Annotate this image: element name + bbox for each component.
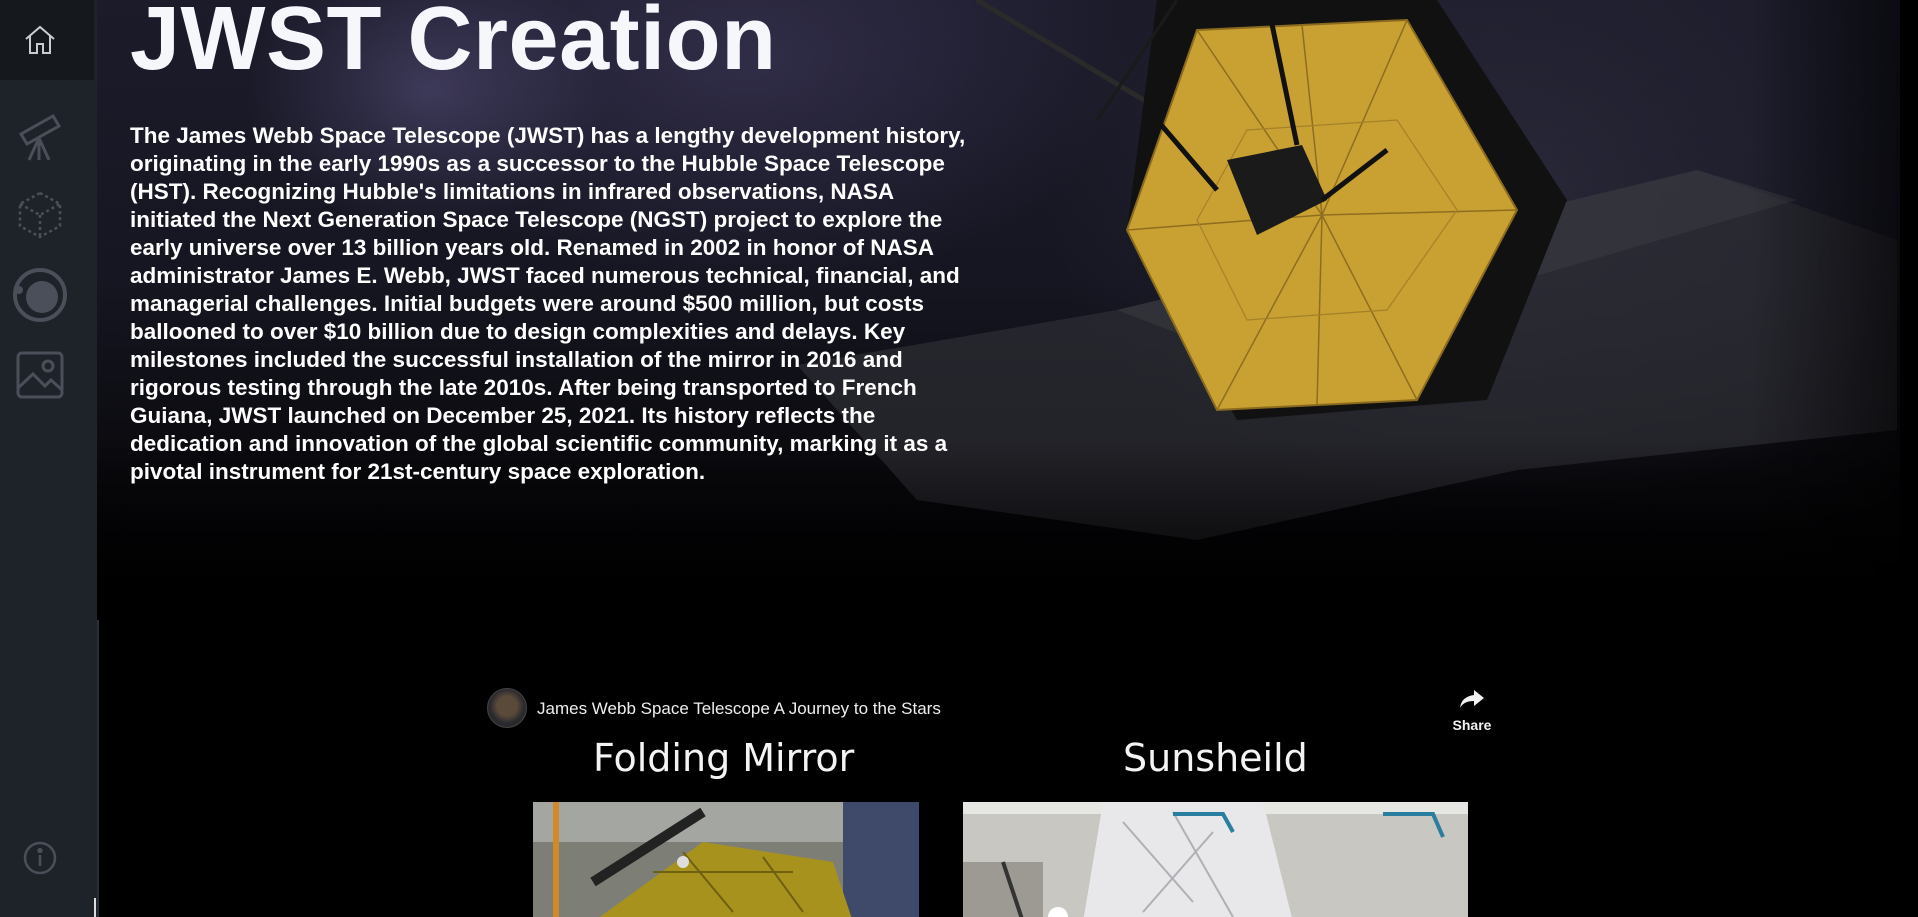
video-title[interactable]: James Webb Space Telescope A Journey to … [537,699,941,719]
channel-avatar[interactable] [487,688,527,728]
video-embed[interactable]: James Webb Space Telescope A Journey to … [483,680,1495,917]
sunshield-image [963,802,1468,917]
sidebar-item-telescope[interactable] [0,100,80,170]
panel-title-sunshield: Sunsheild [1123,736,1308,780]
page-title: JWST Creation [130,0,777,89]
sidebar-item-home[interactable] [0,5,80,75]
home-icon [25,25,55,54]
telescope-icon [18,113,62,161]
sidebar-item-model[interactable] [0,180,80,250]
share-button[interactable]: Share [1448,688,1495,740]
image-icon [16,351,64,399]
folding-mirror-image [533,802,919,917]
info-icon [23,841,57,875]
sidebar-item-info[interactable] [0,823,80,893]
history-text: The James Webb Space Telescope (JWST) ha… [130,123,966,484]
planet-icon [13,268,67,322]
text-cursor [94,898,96,917]
share-label: Share [1452,717,1492,733]
panel-title-folding-mirror: Folding Mirror [593,736,855,780]
sidebar-item-orbit[interactable] [0,260,80,330]
sidebar-item-gallery[interactable] [0,340,80,410]
share-icon [1460,690,1484,708]
folding-mirror-frame [533,802,919,917]
sidebar [0,0,99,917]
cube-icon [18,191,62,239]
sunshield-frame [963,802,1468,917]
